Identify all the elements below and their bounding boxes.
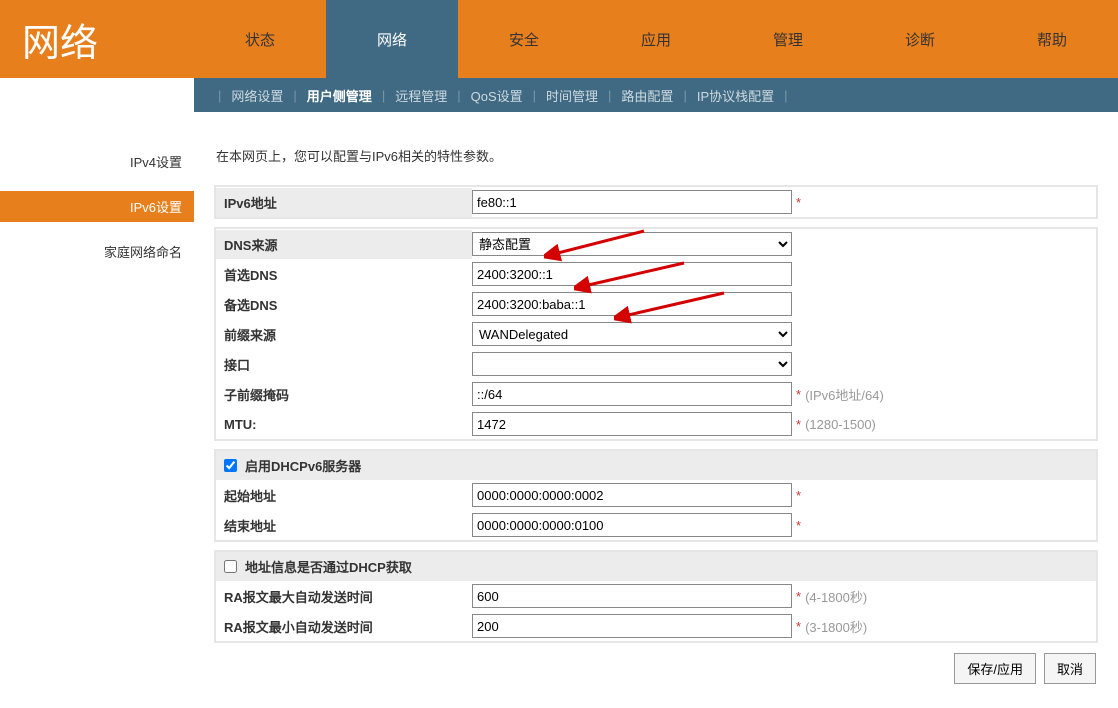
hint-sub-prefix-mask: (IPv6地址/64) <box>805 385 884 404</box>
tab-管理[interactable]: 管理 <box>722 0 854 78</box>
select-prefix-source[interactable]: WANDelegated <box>472 322 792 346</box>
sidebar-item-IPv6设置[interactable]: IPv6设置 <box>0 191 194 222</box>
input-start-address[interactable] <box>472 483 792 507</box>
sidebar: IPv4设置 IPv6设置家庭网络命名 <box>0 146 194 704</box>
input-end-address[interactable] <box>472 513 792 537</box>
intro-text: 在本网页上，您可以配置与IPv6相关的特性参数。 <box>214 146 1098 165</box>
top-bar: 网络 状态网络安全应用管理诊断帮助 <box>0 0 1118 78</box>
label-sub-prefix-mask: 子前缀掩码 <box>216 380 472 409</box>
tab-帮助[interactable]: 帮助 <box>986 0 1118 78</box>
tab-安全[interactable]: 安全 <box>458 0 590 78</box>
cancel-button[interactable]: 取消 <box>1044 653 1096 684</box>
separator: | <box>218 88 221 103</box>
section-dhcpv6: 启用DHCPv6服务器 起始地址 * 结束地址 * <box>214 449 1098 542</box>
sidebar-item-IPv4设置[interactable]: IPv4设置 <box>0 146 194 177</box>
sub-nav: | 网络设置 | 用户侧管理 | 远程管理 | QoS设置 | 时间管理 | 路由配置 | IP协议栈配置… <box>194 78 1118 112</box>
required-mark: * <box>796 488 801 503</box>
checkbox-dhcp-info[interactable] <box>224 560 237 573</box>
content-area: 在本网页上，您可以配置与IPv6相关的特性参数。 IPv6地址 * DNS来源 … <box>194 146 1118 704</box>
section-ipv6-address: IPv6地址 * <box>214 185 1098 219</box>
button-bar: 保存/应用 取消 <box>214 653 1098 684</box>
subnav-远程管理[interactable]: 远程管理 <box>391 86 451 105</box>
subnav-路由配置[interactable]: 路由配置 <box>617 86 677 105</box>
required-mark: * <box>796 589 801 604</box>
subnav-IP协议栈配置[interactable]: IP协议栈配置 <box>693 86 778 105</box>
checkbox-enable-dhcpv6[interactable] <box>224 459 237 472</box>
input-ipv6-address[interactable] <box>472 190 792 214</box>
label-ra-max: RA报文最大自动发送时间 <box>216 582 472 611</box>
subnav-QoS设置[interactable]: QoS设置 <box>467 86 527 105</box>
required-mark: * <box>796 417 801 432</box>
separator: | <box>683 88 686 103</box>
label-secondary-dns: 备选DNS <box>216 290 472 319</box>
section-dns-prefix: DNS来源 静态配置 首选DNS 备选DNS 前缀来源 W <box>214 227 1098 441</box>
subnav-网络设置[interactable]: 网络设置 <box>227 86 287 105</box>
tab-诊断[interactable]: 诊断 <box>854 0 986 78</box>
hint-ra-min: (3-1800秒) <box>805 617 867 636</box>
required-mark: * <box>796 518 801 533</box>
label-dhcp-info: 地址信息是否通过DHCP获取 <box>245 557 412 576</box>
input-primary-dns[interactable] <box>472 262 792 286</box>
label-primary-dns: 首选DNS <box>216 260 472 289</box>
label-mtu: MTU: <box>216 412 472 437</box>
tab-网络[interactable]: 网络 <box>326 0 458 78</box>
label-dns-source: DNS来源 <box>216 230 472 259</box>
label-prefix-source: 前缀来源 <box>216 320 472 349</box>
separator: | <box>293 88 296 103</box>
input-ra-min[interactable] <box>472 614 792 638</box>
input-ra-max[interactable] <box>472 584 792 608</box>
label-interface: 接口 <box>216 350 472 379</box>
save-button[interactable]: 保存/应用 <box>954 653 1036 684</box>
required-mark: * <box>796 195 801 210</box>
label-end-address: 结束地址 <box>216 511 472 540</box>
label-start-address: 起始地址 <box>216 481 472 510</box>
required-mark: * <box>796 619 801 634</box>
input-sub-prefix-mask[interactable] <box>472 382 792 406</box>
label-enable-dhcpv6: 启用DHCPv6服务器 <box>245 456 361 475</box>
subnav-时间管理[interactable]: 时间管理 <box>542 86 602 105</box>
hint-mtu: (1280-1500) <box>805 417 876 432</box>
label-ra-min: RA报文最小自动发送时间 <box>216 612 472 641</box>
label-ipv6-address: IPv6地址 <box>216 188 472 217</box>
hint-ra-max: (4-1800秒) <box>805 587 867 606</box>
tab-应用[interactable]: 应用 <box>590 0 722 78</box>
tab-状态[interactable]: 状态 <box>194 0 326 78</box>
subnav-用户侧管理[interactable]: 用户侧管理 <box>303 86 376 105</box>
separator: | <box>382 88 385 103</box>
separator: | <box>608 88 611 103</box>
separator: | <box>533 88 536 103</box>
sidebar-item-家庭网络命名[interactable]: 家庭网络命名 <box>0 236 194 267</box>
main-tabs: 状态网络安全应用管理诊断帮助 <box>194 0 1118 78</box>
separator: | <box>784 88 787 103</box>
input-mtu[interactable] <box>472 412 792 436</box>
brand-title: 网络 <box>0 0 194 78</box>
required-mark: * <box>796 387 801 402</box>
separator: | <box>457 88 460 103</box>
select-interface[interactable] <box>472 352 792 376</box>
input-secondary-dns[interactable] <box>472 292 792 316</box>
select-dns-source[interactable]: 静态配置 <box>472 232 792 256</box>
section-ra: 地址信息是否通过DHCP获取 RA报文最大自动发送时间 * (4-1800秒) R… <box>214 550 1098 643</box>
